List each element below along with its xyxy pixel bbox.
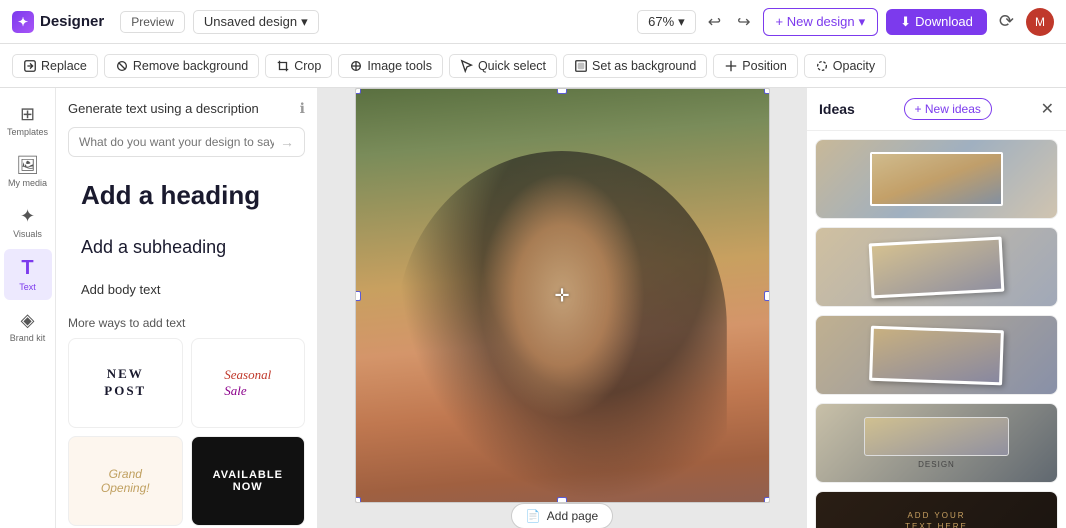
zoom-control[interactable]: 67% ▾: [637, 10, 696, 34]
brand-kit-icon: ◈: [21, 310, 35, 331]
panel-title: Generate text using a description: [68, 101, 259, 116]
add-body-text-button[interactable]: Add body text: [68, 273, 305, 306]
generate-arrow-icon: →: [280, 134, 294, 150]
close-panel-button[interactable]: ✕: [1041, 99, 1054, 119]
corner-handle-ml[interactable]: [355, 291, 361, 301]
sidebar-item-templates[interactable]: ⊞ Templates: [4, 96, 52, 145]
corner-handle-mr[interactable]: [764, 291, 770, 301]
add-page-bar: 📄 Add page: [511, 503, 613, 528]
main-layout: ⊞ Templates 🖼 My media ✦ Visuals T Text …: [0, 88, 1066, 528]
add-page-button[interactable]: 📄 Add page: [511, 503, 613, 528]
set-as-background-button[interactable]: Set as background: [563, 54, 707, 78]
add-heading-button[interactable]: Add a heading: [68, 169, 305, 222]
template-seasonal-sale[interactable]: SeasonalSale: [191, 338, 306, 428]
logo-icon: ✦: [12, 11, 34, 33]
add-subheading-button[interactable]: Add a subheading: [68, 228, 305, 267]
generate-input-wrapper[interactable]: →: [68, 127, 305, 157]
corner-handle-tm[interactable]: [557, 88, 567, 94]
canvas-area: ✛ 📄 Add page: [318, 88, 806, 528]
visuals-icon: ✦: [20, 206, 35, 227]
right-panel: Ideas + New ideas ✕: [806, 88, 1066, 528]
ideas-title: Ideas: [819, 101, 855, 117]
corner-handle-bm[interactable]: [557, 497, 567, 503]
more-ways-title: More ways to add text: [68, 316, 305, 330]
quick-select-button[interactable]: Quick select: [449, 54, 557, 78]
replace-button[interactable]: Replace: [12, 54, 98, 78]
corner-handle-tr[interactable]: [764, 88, 770, 94]
info-icon[interactable]: ℹ: [300, 100, 305, 117]
left-panel: Generate text using a description ℹ → Ad…: [56, 88, 318, 528]
ideas-grid: DESIGN ADD YOURTEXT HERE: [807, 131, 1066, 528]
remove-background-button[interactable]: Remove background: [104, 54, 259, 78]
canvas[interactable]: ✛: [355, 88, 770, 503]
template-new-post[interactable]: NEWPOST: [68, 338, 183, 428]
position-button[interactable]: Position: [713, 54, 797, 78]
sidebar-item-brand-kit[interactable]: ◈ Brand kit: [4, 302, 52, 351]
app-name: Designer: [40, 13, 104, 30]
logo-area: ✦ Designer: [12, 11, 104, 33]
add-page-icon: 📄: [526, 509, 541, 523]
sidebar-item-visuals[interactable]: ✦ Visuals: [4, 198, 52, 247]
avatar: M: [1026, 8, 1054, 36]
image-toolbar: Replace Remove background Crop Image too…: [0, 44, 1066, 88]
template-grid: NEWPOST SeasonalSale GrandOpening! AVAIL…: [68, 338, 305, 528]
generate-text-input[interactable]: [79, 135, 274, 149]
download-button[interactable]: ⬇ Download: [886, 9, 987, 35]
new-ideas-button[interactable]: + New ideas: [904, 98, 992, 120]
idea-card-2[interactable]: [815, 227, 1058, 307]
canvas-wrapper: ✛: [318, 88, 806, 503]
design-name[interactable]: Unsaved design ▾: [193, 10, 319, 34]
undo-button[interactable]: ↩: [704, 8, 725, 36]
idea-card-5[interactable]: ADD YOURTEXT HERE: [815, 491, 1058, 528]
template-available-now[interactable]: AVAILABLENOW: [191, 436, 306, 526]
corner-handle-br[interactable]: [764, 497, 770, 503]
crop-button[interactable]: Crop: [265, 54, 332, 78]
text-icon: T: [21, 257, 33, 280]
sidebar-icons: ⊞ Templates 🖼 My media ✦ Visuals T Text …: [0, 88, 56, 528]
preview-button[interactable]: Preview: [120, 11, 185, 33]
redo-button[interactable]: ↪: [733, 8, 754, 36]
template-grand-opening[interactable]: GrandOpening!: [68, 436, 183, 526]
panel-header: Generate text using a description ℹ: [68, 100, 305, 117]
sidebar-item-text[interactable]: T Text: [4, 249, 52, 300]
sidebar-item-my-media[interactable]: 🖼 My media: [4, 147, 52, 196]
my-media-icon: 🖼: [16, 155, 39, 176]
templates-icon: ⊞: [20, 104, 35, 125]
new-design-button[interactable]: + New design ▾: [763, 8, 879, 36]
right-panel-header: Ideas + New ideas ✕: [807, 88, 1066, 131]
topbar: ✦ Designer Preview Unsaved design ▾ 67% …: [0, 0, 1066, 44]
corner-handle-tl[interactable]: [355, 88, 361, 94]
idea-card-4[interactable]: DESIGN: [815, 403, 1058, 483]
corner-handle-bl[interactable]: [355, 497, 361, 503]
idea-card-1[interactable]: [815, 139, 1058, 219]
image-tools-button[interactable]: Image tools: [338, 54, 443, 78]
opacity-button[interactable]: Opacity: [804, 54, 886, 78]
idea-card-3[interactable]: [815, 315, 1058, 395]
share-button[interactable]: ⟳: [995, 7, 1018, 36]
